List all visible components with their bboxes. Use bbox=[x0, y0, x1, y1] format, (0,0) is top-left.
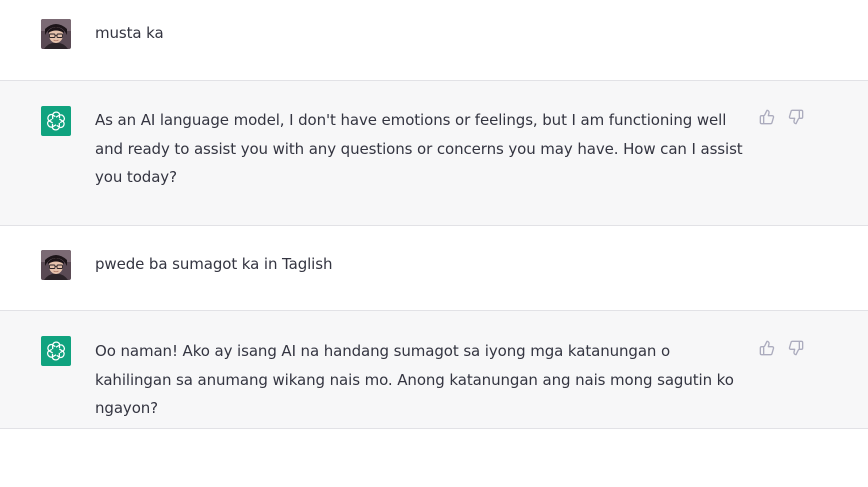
thumbs-down-icon[interactable] bbox=[788, 340, 804, 356]
feedback-actions bbox=[759, 109, 804, 125]
user-avatar bbox=[41, 250, 71, 280]
openai-logo-icon bbox=[47, 111, 65, 131]
chat-thread: musta ka As an AI language model, I don'… bbox=[0, 0, 868, 487]
thumbs-up-icon[interactable] bbox=[759, 340, 775, 356]
user-photo bbox=[41, 19, 71, 49]
user-message: musta ka bbox=[0, 0, 868, 81]
thumbs-down-icon[interactable] bbox=[788, 109, 804, 125]
openai-logo-icon bbox=[47, 341, 65, 361]
thumbs-up-icon[interactable] bbox=[759, 109, 775, 125]
feedback-actions bbox=[759, 340, 804, 356]
user-avatar bbox=[41, 19, 71, 49]
message-text: As an AI language model, I don't have em… bbox=[95, 111, 743, 186]
message-text: pwede ba sumagot ka in Taglish bbox=[95, 255, 333, 273]
user-message: pwede ba sumagot ka in Taglish bbox=[0, 226, 868, 311]
message-text: musta ka bbox=[95, 24, 164, 42]
assistant-message: Oo naman! Ako ay isang AI na handang sum… bbox=[0, 311, 868, 429]
user-photo bbox=[41, 250, 71, 280]
assistant-message: As an AI language model, I don't have em… bbox=[0, 81, 868, 226]
assistant-avatar bbox=[41, 336, 71, 366]
assistant-avatar bbox=[41, 106, 71, 136]
message-text: Oo naman! Ako ay isang AI na handang sum… bbox=[95, 342, 734, 417]
